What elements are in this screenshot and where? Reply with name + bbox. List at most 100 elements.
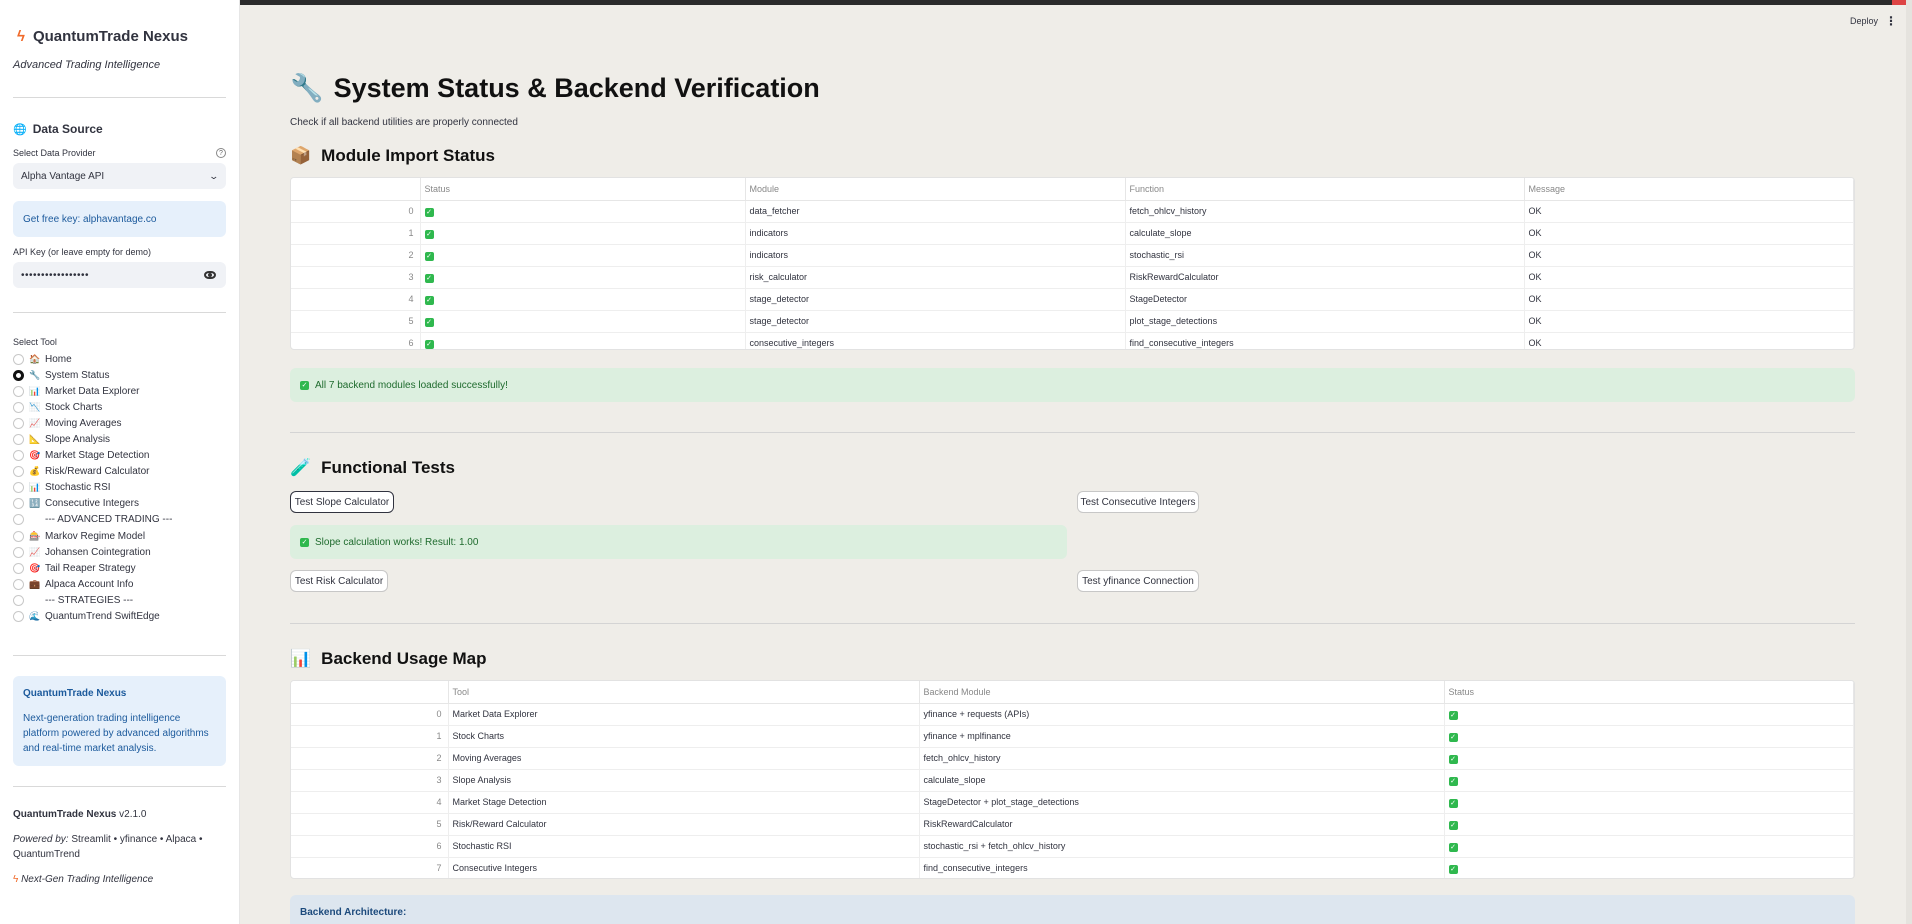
table-row[interactable]: 6 ✓ consecutive_integers find_consecutive_i… xyxy=(291,332,1854,349)
tool-icon: 💰 xyxy=(29,466,41,477)
tool-radio-option[interactable]: 🎯 Market Stage Detection xyxy=(13,448,226,464)
radio-button[interactable] xyxy=(13,546,24,558)
tool-icon: 📈 xyxy=(29,546,41,557)
table-row[interactable]: 3 Slope Analysis calculate_slope ✓ xyxy=(291,769,1854,792)
column-header[interactable]: Function xyxy=(1125,178,1525,201)
tool-radio-option[interactable]: 🔢 Consecutive Integers xyxy=(13,496,226,512)
radio-button[interactable] xyxy=(13,434,24,446)
column-header[interactable]: Status xyxy=(1444,681,1854,704)
tool-radio-option[interactable]: 🔧 System Status xyxy=(13,367,226,383)
tool-radio-option[interactable]: 📈 Moving Averages xyxy=(13,415,226,431)
test-yfinance-button[interactable]: Test yfinance Connection xyxy=(1077,570,1199,592)
test-risk-button[interactable]: Test Risk Calculator xyxy=(290,570,388,592)
tool-icon: 🎯 xyxy=(29,450,41,461)
column-header[interactable] xyxy=(291,178,421,201)
tool-radio-option[interactable]: 📈 Johansen Cointegration xyxy=(13,544,226,560)
check-icon: ✓ xyxy=(424,295,434,305)
tool-label: Home xyxy=(45,353,72,365)
backend-usage-table[interactable]: Tool Backend Module Status 0 Market Data Ex… xyxy=(290,680,1855,879)
radio-button[interactable] xyxy=(13,562,24,574)
sidebar-divider xyxy=(13,654,226,656)
radio-button[interactable] xyxy=(13,401,24,413)
radio-button[interactable] xyxy=(13,514,24,526)
status-cell: ✓ xyxy=(420,332,746,349)
column-header[interactable] xyxy=(291,681,449,704)
tool-radio-option[interactable]: 🎯 Tail Reaper Strategy xyxy=(13,560,226,576)
table-row[interactable]: 4 Market Stage Detection StageDetector + p… xyxy=(291,791,1854,814)
radio-button[interactable] xyxy=(13,466,24,478)
tool-radio-option[interactable]: 📐 Slope Analysis xyxy=(13,431,226,447)
radio-button[interactable] xyxy=(13,530,24,542)
select-tool-label: Select Tool xyxy=(13,337,57,347)
footer-tagline: ϟ Next-Gen Trading Intelligence xyxy=(13,873,154,885)
status-cell: ✓ xyxy=(420,266,746,289)
table-row[interactable]: 7 Consecutive Integers find_consecutive_in… xyxy=(291,857,1854,878)
radio-button[interactable] xyxy=(13,450,24,462)
backend-cell: fetch_ohlcv_history xyxy=(919,747,1445,770)
row-index: 4 xyxy=(291,791,449,814)
tool-label: Consecutive Integers xyxy=(45,498,139,510)
backend-cell: yfinance + mplfinance xyxy=(919,725,1445,748)
tool-radio-option[interactable]: 📉 Stock Charts xyxy=(13,399,226,415)
radio-button[interactable] xyxy=(13,353,24,365)
tool-radio-option[interactable]: 📊 Stochastic RSI xyxy=(13,480,226,496)
radio-button[interactable] xyxy=(13,482,24,494)
scrollbar[interactable] xyxy=(1906,0,1912,924)
tool-radio-option[interactable]: --- STRATEGIES --- xyxy=(13,592,226,608)
row-index: 6 xyxy=(291,835,449,858)
column-header[interactable]: Status xyxy=(420,178,746,201)
tool-radio-group: 🏠 Home 🔧 System Status 📊 Market Data Explorer… xyxy=(13,351,226,625)
module-cell: risk_calculator xyxy=(745,266,1126,289)
radio-button[interactable] xyxy=(13,578,24,590)
table-row[interactable]: 1 Stock Charts yfinance + mplfinance ✓ xyxy=(291,725,1854,748)
provider-select[interactable]: Alpha Vantage API ⌄ xyxy=(13,163,226,189)
column-header[interactable]: Module xyxy=(745,178,1126,201)
status-cell: ✓ xyxy=(420,244,746,267)
table-row[interactable]: 5 Risk/Reward Calculator RiskRewardCalcula… xyxy=(291,813,1854,836)
module-status-table[interactable]: Status Module Function Message 0 ✓ data_fetch… xyxy=(290,177,1855,350)
message-cell: OK xyxy=(1524,200,1854,223)
column-header[interactable]: Message xyxy=(1524,178,1854,201)
radio-button[interactable] xyxy=(13,369,24,381)
tool-icon: 📐 xyxy=(29,434,41,445)
tool-radio-option[interactable]: 🏠 Home xyxy=(13,351,226,367)
help-icon[interactable]: ? xyxy=(216,148,226,158)
radio-button[interactable] xyxy=(13,385,24,397)
tool-radio-option[interactable]: 💰 Risk/Reward Calculator xyxy=(13,464,226,480)
column-header[interactable]: Backend Module xyxy=(919,681,1445,704)
radio-button[interactable] xyxy=(13,417,24,429)
more-menu-icon[interactable]: ⋮ xyxy=(1885,14,1897,28)
tool-radio-option[interactable]: 🌊 QuantumTrend SwiftEdge xyxy=(13,609,226,625)
table-row[interactable]: 0 ✓ data_fetcher fetch_ohlcv_history OK xyxy=(291,200,1854,223)
table-row[interactable]: 2 ✓ indicators stochastic_rsi OK xyxy=(291,244,1854,267)
check-icon: ✓ xyxy=(424,251,434,261)
backend-cell: stochastic_rsi + fetch_ohlcv_history xyxy=(919,835,1445,858)
test-consecutive-button[interactable]: Test Consecutive Integers xyxy=(1077,491,1199,513)
deploy-button[interactable]: Deploy xyxy=(1850,16,1878,26)
tool-label: Markov Regime Model xyxy=(45,530,146,542)
table-row[interactable]: 3 ✓ risk_calculator RiskRewardCalculator OK xyxy=(291,266,1854,289)
table-row[interactable]: 6 Stochastic RSI stochastic_rsi + fetch_oh… xyxy=(291,835,1854,858)
column-header[interactable]: Tool xyxy=(448,681,920,704)
tool-radio-option[interactable]: 📊 Market Data Explorer xyxy=(13,383,226,399)
radio-button[interactable] xyxy=(13,498,24,510)
tool-radio-option[interactable]: --- ADVANCED TRADING --- xyxy=(13,512,226,528)
tool-radio-option[interactable]: 💼 Alpaca Account Info xyxy=(13,576,226,592)
eye-icon[interactable] xyxy=(204,271,216,279)
table-row[interactable]: 2 Moving Averages fetch_ohlcv_history ✓ xyxy=(291,747,1854,770)
table-row[interactable]: 4 ✓ stage_detector StageDetector OK xyxy=(291,288,1854,311)
wrench-icon: 🔧 xyxy=(290,73,324,103)
function-cell: plot_stage_detections xyxy=(1125,310,1525,333)
radio-button[interactable] xyxy=(13,611,24,623)
table-row[interactable]: 5 ✓ stage_detector plot_stage_detections OK xyxy=(291,310,1854,333)
status-cell: ✓ xyxy=(1444,725,1854,748)
api-key-input[interactable]: ••••••••••••••••• xyxy=(13,262,226,288)
table-row[interactable]: 1 ✓ indicators calculate_slope OK xyxy=(291,222,1854,245)
check-icon: ✓ xyxy=(424,273,434,283)
test-slope-button[interactable]: Test Slope Calculator xyxy=(290,491,394,513)
tool-radio-option[interactable]: 🎰 Markov Regime Model xyxy=(13,528,226,544)
radio-button[interactable] xyxy=(13,594,24,606)
table-row[interactable]: 0 Market Data Explorer yfinance + requests… xyxy=(291,703,1854,726)
tool-icon: 📉 xyxy=(29,401,41,412)
section-divider xyxy=(290,432,1855,433)
